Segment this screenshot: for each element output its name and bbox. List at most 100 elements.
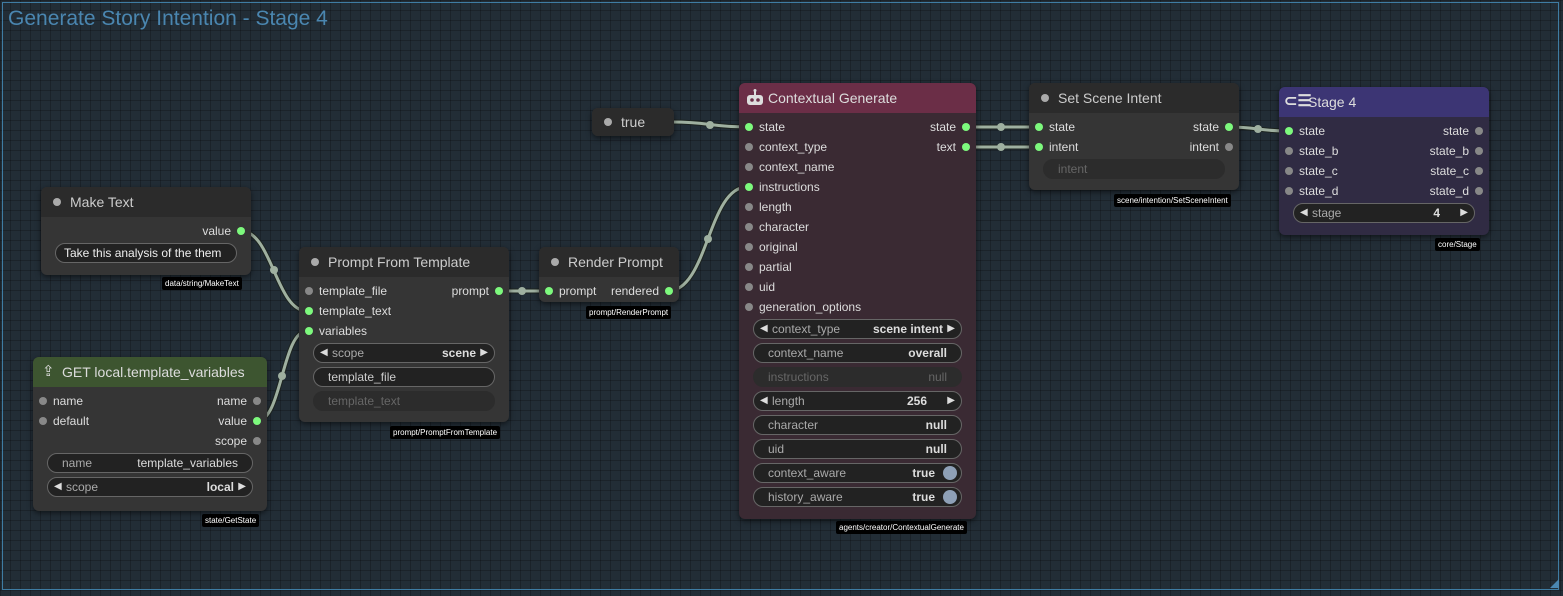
output-value[interactable]: value [202, 221, 245, 241]
node-make-text[interactable]: Make Text value Take this analysis of th… [41, 187, 251, 275]
collapse-dot-icon[interactable] [1041, 94, 1049, 102]
arrow-right-icon[interactable]: ▶ [947, 392, 955, 410]
output-state[interactable]: state [1443, 121, 1483, 141]
slot-dot-icon[interactable] [745, 243, 753, 251]
slot-dot-icon[interactable] [495, 287, 503, 295]
toggle-knob-icon[interactable] [943, 466, 957, 480]
slot-dot-icon[interactable] [253, 417, 261, 425]
input-state[interactable]: state [1035, 117, 1075, 137]
input-original[interactable]: original [745, 237, 798, 257]
output-text[interactable]: text [937, 137, 970, 157]
node-title[interactable]: Set Scene Intent [1029, 83, 1239, 113]
slot-dot-icon[interactable] [39, 397, 47, 405]
arrow-left-icon[interactable]: ◀ [1300, 204, 1308, 222]
output-state-c[interactable]: state_c [1430, 161, 1483, 181]
node-true-collapsed[interactable]: true [592, 108, 674, 136]
output-state-b[interactable]: state_b [1430, 141, 1483, 161]
input-template-text[interactable]: template_text [305, 301, 391, 321]
input-partial[interactable]: partial [745, 257, 792, 277]
slot-dot-icon[interactable] [253, 397, 261, 405]
node-set-scene-intent[interactable]: Set Scene Intent state intent state inte… [1029, 83, 1239, 190]
input-context-name[interactable]: context_name [745, 157, 834, 177]
node-title[interactable]: true [592, 108, 674, 136]
node-render-prompt[interactable]: Render Prompt prompt rendered [539, 247, 679, 302]
input-variables[interactable]: variables [305, 321, 367, 341]
widget-uid[interactable]: uid null [753, 439, 962, 459]
slot-dot-icon[interactable] [745, 203, 753, 211]
input-state[interactable]: state [1285, 121, 1325, 141]
input-default[interactable]: default [39, 411, 89, 431]
node-title[interactable]: Make Text [41, 187, 251, 217]
output-state[interactable]: state [930, 117, 970, 137]
slot-dot-icon[interactable] [745, 223, 753, 231]
output-rendered[interactable]: rendered [611, 281, 673, 301]
input-state-c[interactable]: state_c [1285, 161, 1338, 181]
slot-dot-icon[interactable] [305, 287, 313, 295]
output-state[interactable]: state [1193, 117, 1233, 137]
widget-scope-combo[interactable]: ◀ scope scene ▶ [313, 343, 495, 363]
widget-context-type-combo[interactable]: ◀ context_type scene intent ▶ [753, 319, 962, 339]
node-get-state[interactable]: ⇪ GET local.template_variables name defa… [33, 357, 267, 511]
slot-dot-icon[interactable] [745, 143, 753, 151]
arrow-right-icon[interactable]: ▶ [947, 320, 955, 338]
slot-dot-icon[interactable] [1285, 147, 1293, 155]
slot-dot-icon[interactable] [1475, 127, 1483, 135]
slot-dot-icon[interactable] [1475, 167, 1483, 175]
slot-dot-icon[interactable] [745, 263, 753, 271]
toggle-knob-icon[interactable] [943, 490, 957, 504]
slot-dot-icon[interactable] [1285, 167, 1293, 175]
input-state-b[interactable]: state_b [1285, 141, 1338, 161]
output-state-d[interactable]: state_d [1430, 181, 1483, 201]
collapse-dot-icon[interactable] [311, 258, 319, 266]
input-template-file[interactable]: template_file [305, 281, 387, 301]
arrow-left-icon[interactable]: ◀ [760, 392, 768, 410]
slot-dot-icon[interactable] [1285, 127, 1293, 135]
widget-scope-combo[interactable]: ◀ scope local ▶ [47, 477, 253, 497]
collapse-dot-icon[interactable] [53, 198, 61, 206]
slot-dot-icon[interactable] [745, 163, 753, 171]
input-character[interactable]: character [745, 217, 809, 237]
slot-dot-icon[interactable] [1035, 123, 1043, 131]
node-contextual-generate[interactable]: Contextual Generate state context_type c… [739, 83, 976, 519]
arrow-left-icon[interactable]: ◀ [760, 320, 768, 338]
input-length[interactable]: length [745, 197, 792, 217]
slot-dot-icon[interactable] [545, 287, 553, 295]
widget-character[interactable]: character null [753, 415, 962, 435]
input-prompt[interactable]: prompt [545, 281, 596, 301]
arrow-left-icon[interactable]: ◀ [320, 344, 328, 362]
input-intent[interactable]: intent [1035, 137, 1078, 157]
slot-dot-icon[interactable] [745, 303, 753, 311]
slot-dot-icon[interactable] [1035, 143, 1043, 151]
slot-dot-icon[interactable] [745, 283, 753, 291]
slot-dot-icon[interactable] [745, 123, 753, 131]
widget-context-name[interactable]: context_name overall [753, 343, 962, 363]
input-uid[interactable]: uid [745, 277, 775, 297]
widget-template-file[interactable]: template_file [313, 367, 495, 387]
slot-dot-icon[interactable] [962, 143, 970, 151]
output-intent[interactable]: intent [1190, 137, 1233, 157]
node-title[interactable]: Render Prompt [539, 247, 679, 277]
collapse-dot-icon[interactable] [604, 118, 612, 126]
node-title[interactable]: Prompt From Template [299, 247, 509, 277]
arrow-right-icon[interactable]: ▶ [238, 478, 246, 496]
slot-dot-icon[interactable] [745, 183, 753, 191]
node-title[interactable]: ⇪ GET local.template_variables [33, 357, 267, 387]
input-state-d[interactable]: state_d [1285, 181, 1338, 201]
input-name[interactable]: name [39, 391, 83, 411]
widget-stage-number[interactable]: ◀ stage 4 ▶ [1293, 203, 1475, 223]
slot-dot-icon[interactable] [1225, 123, 1233, 131]
slot-dot-icon[interactable] [1475, 187, 1483, 195]
output-scope[interactable]: scope [215, 431, 261, 451]
widget-length-number[interactable]: ◀ length 256 ▶ [753, 391, 962, 411]
arrow-right-icon[interactable]: ▶ [480, 344, 488, 362]
slot-dot-icon[interactable] [305, 307, 313, 315]
node-prompt-from-template[interactable]: Prompt From Template template_file templ… [299, 247, 509, 422]
widget-name[interactable]: name template_variables [47, 453, 253, 473]
collapse-dot-icon[interactable] [551, 258, 559, 266]
node-title[interactable]: ⊂☰ Stage 4 [1279, 87, 1489, 117]
input-state[interactable]: state [745, 117, 785, 137]
slot-dot-icon[interactable] [237, 227, 245, 235]
node-title[interactable]: Contextual Generate [739, 83, 976, 113]
slot-dot-icon[interactable] [39, 417, 47, 425]
widget-context-aware-toggle[interactable]: context_aware true [753, 463, 962, 483]
